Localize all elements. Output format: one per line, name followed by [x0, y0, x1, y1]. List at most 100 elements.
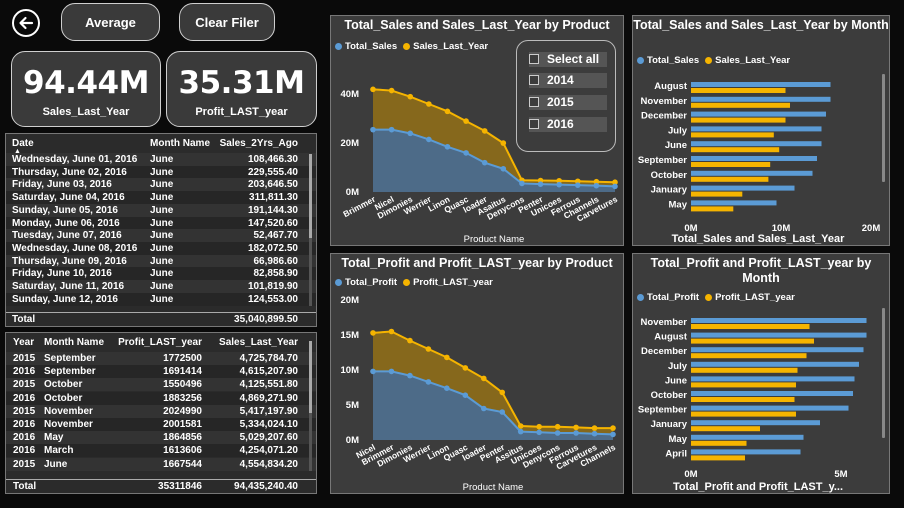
- data-point[interactable]: [426, 101, 432, 107]
- table-row[interactable]: 2015 June 1667544 4,554,834.20: [6, 457, 316, 471]
- data-point[interactable]: [517, 428, 524, 435]
- bar[interactable]: [691, 434, 804, 440]
- data-point[interactable]: [536, 423, 542, 430]
- data-point[interactable]: [612, 183, 618, 190]
- table-scrollbar[interactable]: [307, 154, 314, 306]
- bar[interactable]: [691, 200, 777, 206]
- bar[interactable]: [691, 96, 831, 102]
- data-point[interactable]: [407, 372, 413, 379]
- bar[interactable]: [691, 332, 867, 338]
- bar[interactable]: [691, 361, 859, 367]
- column-header[interactable]: Month Name: [150, 137, 210, 150]
- bar[interactable]: [691, 88, 786, 93]
- slicer-item-select-all[interactable]: Select all: [529, 52, 607, 67]
- table-row[interactable]: Monday, June 06, 2016 June 147,520.60: [6, 216, 316, 230]
- data-point[interactable]: [425, 346, 432, 352]
- table-row[interactable]: Sunday, June 05, 2016 June 191,144.30: [6, 203, 316, 217]
- bar[interactable]: [691, 376, 855, 382]
- bar[interactable]: [691, 391, 853, 396]
- table-row[interactable]: Sunday, June 12, 2016 June 124,553.00: [6, 292, 316, 306]
- bar[interactable]: [691, 426, 760, 432]
- column-header[interactable]: Profit_LAST_year: [114, 336, 202, 349]
- bar[interactable]: [691, 147, 780, 153]
- bar[interactable]: [691, 324, 810, 329]
- table-row[interactable]: 2015 September 1772500 4,725,784.70: [6, 352, 316, 365]
- data-point[interactable]: [370, 368, 376, 375]
- data-point[interactable]: [463, 118, 469, 124]
- bar[interactable]: [691, 176, 769, 182]
- data-point[interactable]: [554, 430, 561, 436]
- bar[interactable]: [691, 117, 786, 123]
- table-row[interactable]: Saturday, June 04, 2016 June 311,811.30: [6, 191, 316, 205]
- bar[interactable]: [691, 347, 864, 353]
- data-point[interactable]: [517, 423, 524, 429]
- scroll-thumb[interactable]: [309, 341, 312, 413]
- data-point[interactable]: [554, 423, 561, 430]
- data-point[interactable]: [499, 389, 506, 396]
- bar[interactable]: [691, 318, 867, 323]
- data-point[interactable]: [500, 140, 507, 146]
- profit-by-month-chart[interactable]: November August December July June October Sep…: [633, 254, 891, 495]
- data-point[interactable]: [444, 108, 451, 115]
- data-point[interactable]: [407, 337, 413, 344]
- data-point[interactable]: [425, 379, 432, 385]
- bar[interactable]: [691, 206, 734, 212]
- data-point[interactable]: [500, 165, 507, 172]
- data-point[interactable]: [370, 126, 376, 133]
- bar[interactable]: [691, 185, 795, 191]
- bar[interactable]: [691, 353, 807, 359]
- data-point[interactable]: [444, 385, 450, 391]
- table-row[interactable]: 2016 November 2001581 5,334,024.10: [6, 418, 316, 431]
- bar[interactable]: [691, 440, 747, 446]
- data-point[interactable]: [481, 128, 488, 134]
- data-point[interactable]: [573, 430, 579, 436]
- table-row[interactable]: Wednesday, June 08, 2016 June 182,072.50: [6, 241, 316, 255]
- data-point[interactable]: [573, 424, 579, 431]
- profit-by-product-chart[interactable]: 0M5M10M15M20MNicelBrimmerDimoniesWerrier…: [331, 254, 625, 495]
- slicer-item-2016[interactable]: 2016: [529, 117, 607, 132]
- data-point[interactable]: [462, 365, 469, 371]
- data-point[interactable]: [610, 431, 616, 438]
- data-point[interactable]: [388, 328, 395, 335]
- table-row[interactable]: 2015 November 2024990 5,417,197.90: [6, 404, 316, 418]
- table-row[interactable]: Thursday, June 02, 2016 June 229,555.40: [6, 165, 316, 179]
- bar[interactable]: [691, 170, 813, 176]
- chart-scrollbar[interactable]: [882, 308, 885, 438]
- data-point[interactable]: [610, 425, 616, 431]
- bar[interactable]: [691, 156, 817, 161]
- data-point[interactable]: [593, 182, 600, 189]
- data-point[interactable]: [537, 181, 544, 187]
- table-row[interactable]: Friday, June 10, 2016 June 82,858.90: [6, 267, 316, 281]
- bar[interactable]: [691, 338, 814, 344]
- table-row[interactable]: 2016 March 1613606 4,254,071.20: [6, 444, 316, 458]
- back-button[interactable]: [12, 9, 40, 37]
- table-row[interactable]: Saturday, June 11, 2016 June 101,819.90: [6, 280, 316, 293]
- bar[interactable]: [691, 82, 831, 87]
- data-point[interactable]: [499, 409, 506, 415]
- bar[interactable]: [691, 141, 822, 147]
- data-point[interactable]: [370, 86, 376, 93]
- bar[interactable]: [691, 449, 801, 455]
- data-point[interactable]: [536, 429, 542, 436]
- column-header[interactable]: Sales_Last_Year: [219, 336, 298, 349]
- data-point[interactable]: [481, 159, 488, 166]
- data-point[interactable]: [556, 181, 562, 188]
- bar[interactable]: [691, 126, 822, 132]
- data-point[interactable]: [370, 330, 376, 336]
- data-point[interactable]: [463, 150, 469, 156]
- data-point[interactable]: [444, 143, 451, 150]
- slicer-item-2015[interactable]: 2015: [529, 95, 607, 110]
- table-row[interactable]: 2015 October 1550496 4,125,551.80: [6, 378, 316, 392]
- bar[interactable]: [691, 411, 796, 417]
- table-row[interactable]: Thursday, June 09, 2016 June 66,986.60: [6, 254, 316, 268]
- data-point[interactable]: [591, 430, 598, 437]
- data-point[interactable]: [591, 425, 598, 431]
- bar[interactable]: [691, 162, 771, 167]
- data-point[interactable]: [480, 375, 487, 382]
- column-header[interactable]: Year: [13, 336, 34, 349]
- bar[interactable]: [691, 455, 745, 461]
- bar[interactable]: [691, 111, 826, 117]
- bar[interactable]: [691, 420, 820, 426]
- bar[interactable]: [691, 102, 790, 108]
- monthly-profit-table[interactable]: Year Month Name Profit_LAST_year Sales_Last…: [5, 332, 317, 494]
